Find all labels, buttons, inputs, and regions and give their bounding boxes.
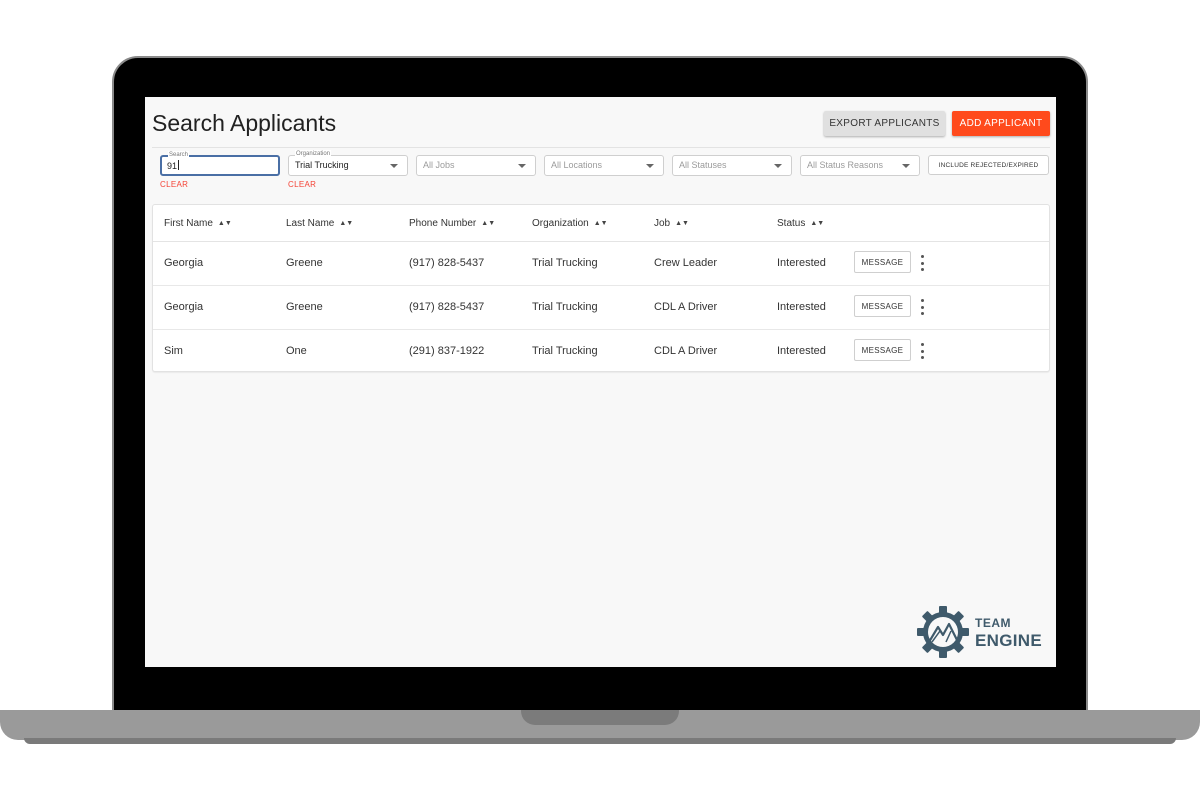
cell-organization: Trial Trucking bbox=[532, 301, 598, 313]
locations-select-value: All Locations bbox=[551, 160, 603, 170]
cell-status: Interested bbox=[777, 301, 826, 313]
status-reasons-select-value: All Status Reasons bbox=[807, 160, 884, 170]
sort-icon: ▲▼ bbox=[217, 220, 232, 227]
clear-search-link[interactable]: CLEAR bbox=[160, 180, 188, 189]
organization-select[interactable]: Organization Trial Trucking bbox=[288, 150, 408, 176]
jobs-select-value: All Jobs bbox=[423, 160, 455, 170]
laptop-notch bbox=[521, 710, 679, 725]
logo-text-engine: ENGINE bbox=[975, 631, 1042, 650]
cell-organization: Trial Trucking bbox=[532, 345, 598, 357]
add-applicant-button[interactable]: ADD APPLICANT bbox=[952, 111, 1050, 136]
cell-last-name: Greene bbox=[286, 257, 323, 269]
sort-icon: ▲▼ bbox=[593, 220, 608, 227]
statuses-select[interactable]: All Statuses bbox=[672, 155, 792, 176]
organization-select-value: Trial Trucking bbox=[295, 160, 349, 170]
status-reasons-select[interactable]: All Status Reasons bbox=[800, 155, 920, 176]
cell-phone-number: (291) 837-1922 bbox=[409, 345, 485, 357]
cell-status: Interested bbox=[777, 257, 826, 269]
cell-status: Interested bbox=[777, 345, 826, 357]
more-vertical-icon[interactable] bbox=[919, 299, 925, 315]
cell-job: Crew Leader bbox=[654, 257, 717, 269]
table-row[interactable]: Sim One (291) 837-1922 Trial Trucking CD… bbox=[153, 329, 1049, 373]
search-input-value: 91 bbox=[167, 160, 180, 171]
message-button[interactable]: MESSAGE bbox=[854, 251, 911, 273]
cell-job: CDL A Driver bbox=[654, 345, 718, 357]
statuses-select-value: All Statuses bbox=[679, 160, 727, 170]
column-header-first-name[interactable]: First Name ▲▼ bbox=[164, 218, 232, 229]
column-header-organization[interactable]: Organization ▲▼ bbox=[532, 218, 608, 229]
text-cursor bbox=[178, 160, 180, 170]
search-input-label: Search bbox=[168, 151, 190, 159]
logo-text-team: TEAM bbox=[975, 616, 1011, 630]
app-screen: Search Applicants EXPORT APPLICANTS ADD … bbox=[145, 97, 1056, 667]
table-header: First Name ▲▼ Last Name ▲▼ Phone Number ▲▼ … bbox=[153, 205, 1049, 242]
column-header-status[interactable]: Status ▲▼ bbox=[777, 218, 824, 229]
message-button[interactable]: MESSAGE bbox=[854, 339, 911, 361]
cell-job: CDL A Driver bbox=[654, 301, 718, 313]
cell-organization: Trial Trucking bbox=[532, 257, 598, 269]
message-button[interactable]: MESSAGE bbox=[854, 295, 911, 317]
table-row[interactable]: Georgia Greene (917) 828-5437 Trial Truc… bbox=[153, 285, 1049, 330]
clear-organization-link[interactable]: CLEAR bbox=[288, 180, 316, 189]
cell-first-name: Sim bbox=[164, 345, 183, 357]
chevron-down-icon bbox=[518, 164, 526, 168]
cell-first-name: Georgia bbox=[164, 301, 204, 313]
chevron-down-icon bbox=[646, 164, 654, 168]
locations-select[interactable]: All Locations bbox=[544, 155, 664, 176]
filter-bar: Search 91 CLEAR Organization Trial Truck… bbox=[152, 147, 1050, 196]
sort-icon: ▲▼ bbox=[810, 220, 825, 227]
column-header-job[interactable]: Job ▲▼ bbox=[654, 218, 689, 229]
sort-icon: ▲▼ bbox=[339, 220, 354, 227]
more-vertical-icon[interactable] bbox=[919, 255, 925, 271]
column-header-phone-number[interactable]: Phone Number ▲▼ bbox=[409, 218, 495, 229]
sort-icon: ▲▼ bbox=[675, 220, 689, 227]
cell-first-name: Georgia bbox=[164, 257, 204, 269]
cell-phone-number: (917) 828-5437 bbox=[409, 301, 485, 313]
team-engine-logo: TEAM ENGINE bbox=[916, 605, 1051, 659]
cell-last-name: Greene bbox=[286, 301, 323, 313]
table-row[interactable]: Georgia Greene (917) 828-5437 Trial Truc… bbox=[153, 241, 1049, 286]
export-applicants-button[interactable]: EXPORT APPLICANTS bbox=[824, 111, 945, 136]
chevron-down-icon bbox=[774, 164, 782, 168]
more-vertical-icon[interactable] bbox=[919, 343, 925, 359]
laptop-base-shadow bbox=[24, 738, 1176, 744]
search-input[interactable]: Search 91 bbox=[160, 151, 280, 176]
column-header-last-name[interactable]: Last Name ▲▼ bbox=[286, 218, 353, 229]
sort-icon: ▲▼ bbox=[481, 220, 496, 227]
applicants-table: First Name ▲▼ Last Name ▲▼ Phone Number ▲▼ … bbox=[152, 204, 1050, 372]
page-title: Search Applicants bbox=[152, 110, 337, 136]
organization-select-label: Organization bbox=[295, 150, 332, 158]
chevron-down-icon bbox=[902, 164, 910, 168]
cell-last-name: One bbox=[286, 345, 307, 357]
chevron-down-icon bbox=[390, 164, 398, 168]
gear-mountain-logo-icon bbox=[917, 606, 969, 658]
include-rejected-expired-button[interactable]: INCLUDE REJECTED/EXPIRED bbox=[928, 155, 1049, 175]
cell-phone-number: (917) 828-5437 bbox=[409, 257, 485, 269]
jobs-select[interactable]: All Jobs bbox=[416, 155, 536, 176]
